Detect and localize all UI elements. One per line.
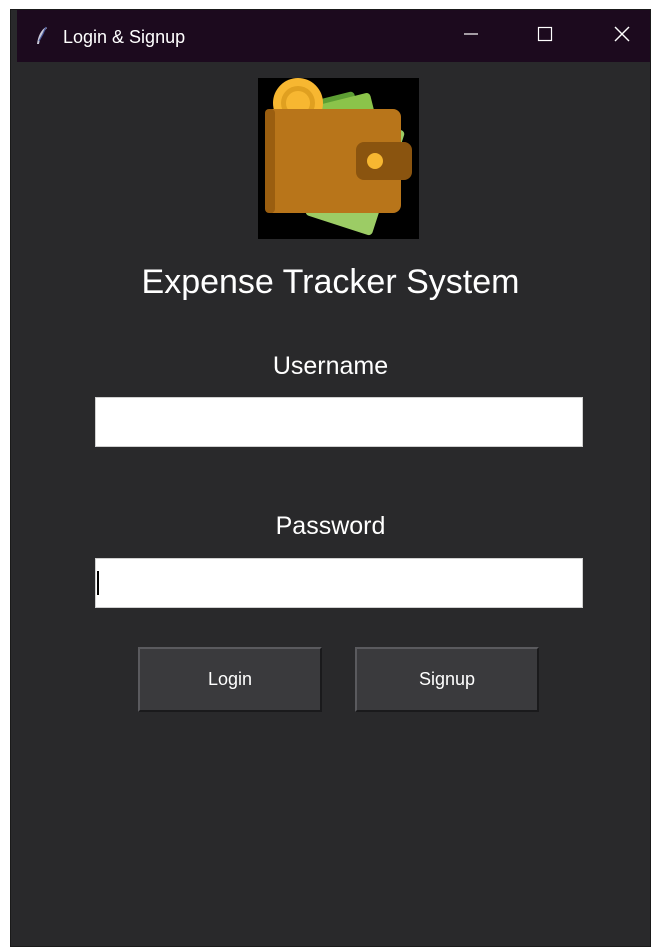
title-bar[interactable]: Login & Signup [17, 10, 650, 62]
window-title: Login & Signup [63, 27, 186, 47]
login-button[interactable]: Login [138, 647, 322, 712]
close-button[interactable] [594, 10, 650, 62]
signup-button[interactable]: Signup [355, 647, 539, 712]
close-icon [613, 25, 631, 48]
maximize-icon [537, 26, 553, 47]
password-label: Password [275, 512, 386, 540]
app-title: Expense Tracker System [141, 263, 520, 301]
username-input[interactable] [95, 397, 583, 447]
password-input[interactable] [95, 558, 583, 608]
maximize-button[interactable] [517, 10, 573, 62]
feather-icon [35, 26, 49, 46]
minimize-button[interactable] [443, 10, 499, 62]
wallet-icon [258, 78, 419, 239]
minimize-icon [463, 26, 479, 47]
text-cursor [97, 571, 99, 595]
app-window: Login & Signup Expense Tracker System Us… [11, 10, 650, 946]
username-label: Username [272, 352, 389, 380]
